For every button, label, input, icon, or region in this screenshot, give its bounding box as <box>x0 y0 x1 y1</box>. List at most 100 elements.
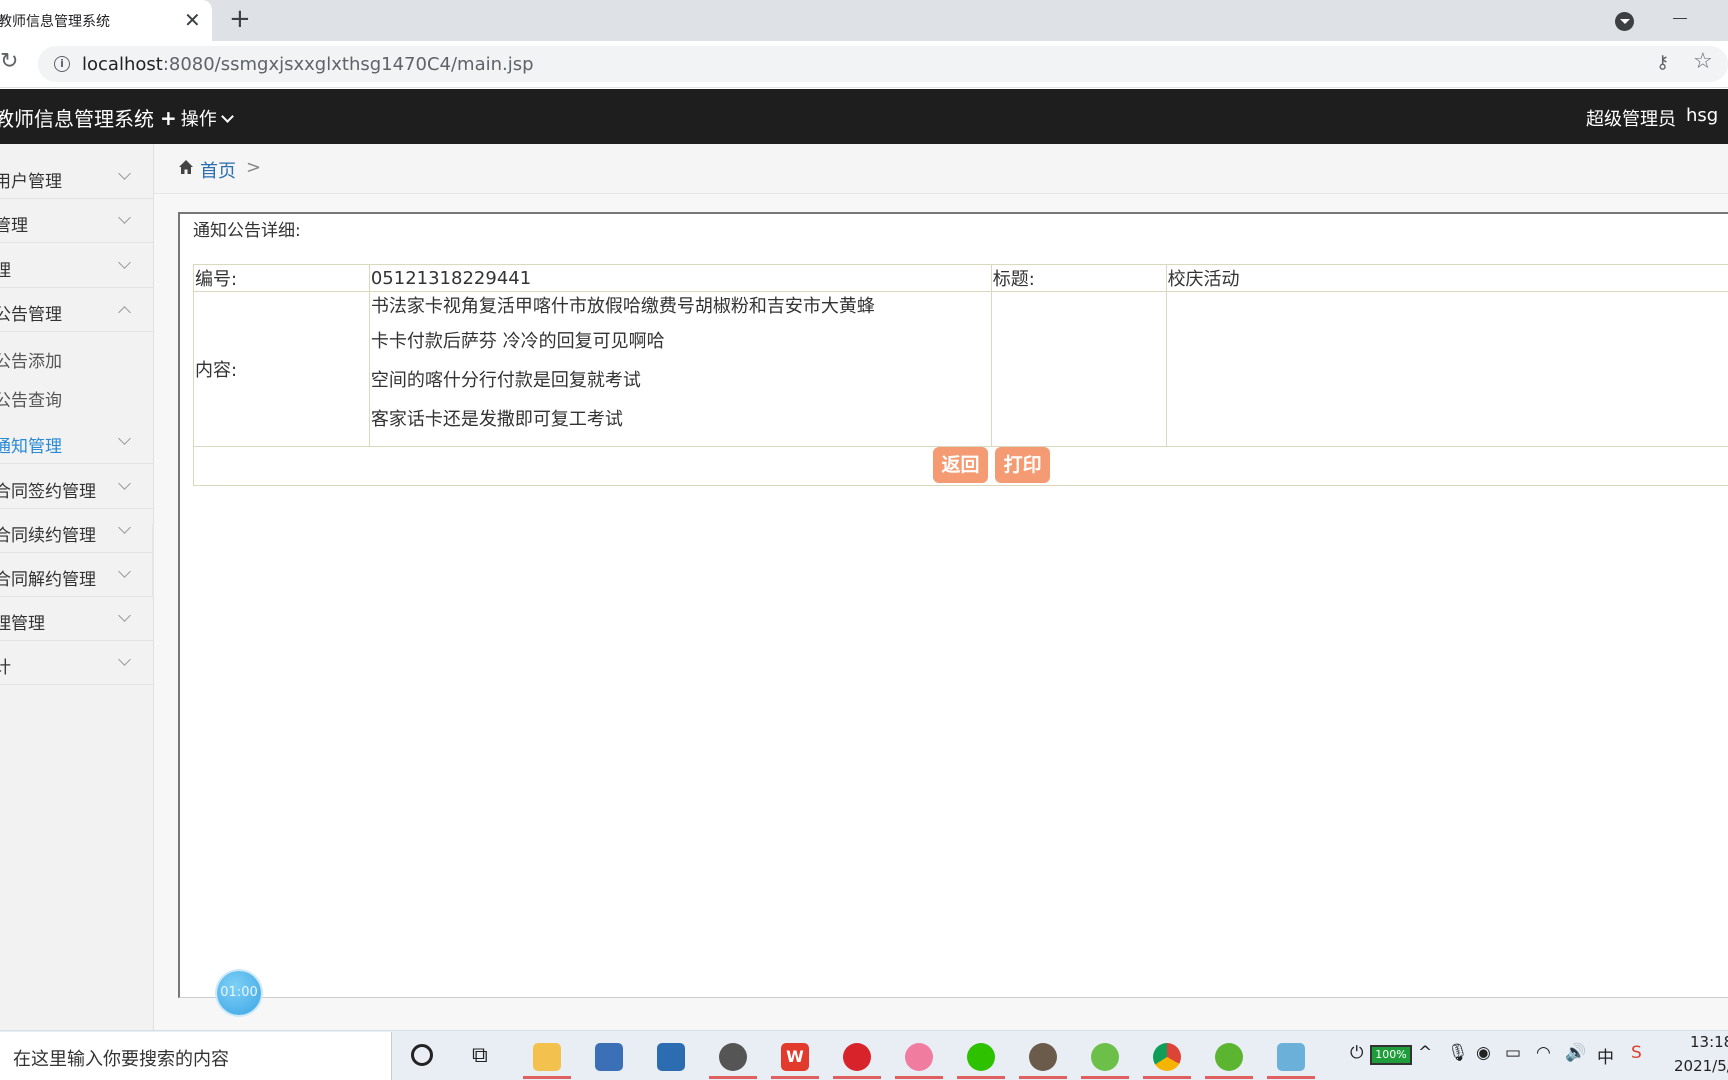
search-placeholder: 在这里输入你要搜索的内容 <box>13 1049 229 1070</box>
table-row: 编号: 05121318229441 标题: 校庆活动 <box>193 264 1728 292</box>
app-header: 教师信息管理系统 + 操作 超级管理员 hsg <box>0 89 1728 144</box>
content-line: 卡卡付款后萨芬 冷冷的回复可见啊哈 <box>370 331 665 352</box>
taskbar-active-indicator <box>895 1076 943 1079</box>
taskbar-active-indicator <box>709 1076 757 1079</box>
sogou-icon[interactable]: S <box>1631 1043 1642 1063</box>
title-label: 标题: <box>990 264 1167 292</box>
game-icon[interactable] <box>1029 1043 1057 1071</box>
app-window-icon[interactable] <box>657 1043 685 1071</box>
print-button[interactable]: 打印 <box>995 447 1051 483</box>
minimize-icon[interactable] <box>1673 18 1687 19</box>
breadcrumb: 首页 > <box>154 144 1728 194</box>
action-buttons: 返回 打印 <box>932 447 1051 483</box>
sidebar-item-announcement[interactable]: 公告管理 <box>0 288 154 332</box>
sidebar-item-3[interactable]: 理 <box>0 244 154 288</box>
taskbar-active-indicator <box>1267 1076 1315 1079</box>
taskbar-active-indicator <box>833 1076 881 1079</box>
netease-music-icon[interactable] <box>843 1043 871 1071</box>
title-value: 校庆活动 <box>1165 264 1728 292</box>
url-input[interactable]: i localhost:8080/ssmgxjsxxglxthsg1470C4/… <box>38 46 1728 82</box>
sidebar-item-9[interactable]: 理管理 <box>0 597 154 641</box>
person-app-icon[interactable] <box>905 1043 933 1071</box>
taskbar-active-indicator <box>1019 1076 1067 1079</box>
power-icon[interactable]: ⏻ <box>1350 1043 1363 1063</box>
battery-indicator[interactable]: 100% <box>1370 1045 1412 1065</box>
sidebar-item-user-management[interactable]: 用户管理 <box>0 155 154 199</box>
reload-icon[interactable]: ↻ <box>0 49 18 74</box>
app-avatar-icon[interactable] <box>719 1043 747 1071</box>
chevron-up-icon <box>118 306 131 319</box>
chevron-down-icon <box>118 432 131 445</box>
browser-tab-strip: 教师信息管理系统 ✕ + <box>0 0 1728 41</box>
content-line: 书法家卡视角复活甲喀什市放假哈缴费号胡椒粉和吉安市大黄蜂 <box>370 296 875 317</box>
operations-menu[interactable]: + 操作 <box>160 105 234 131</box>
app-icon[interactable] <box>595 1043 623 1071</box>
url-text: localhost:8080/ssmgxjsxxglxthsg1470C4/ma… <box>82 54 534 75</box>
id-value: 05121318229441 <box>368 264 992 292</box>
wps-icon[interactable]: W <box>781 1043 809 1071</box>
chevron-down-icon <box>118 653 131 666</box>
taskbar-search-input[interactable]: 在这里输入你要搜索的内容 <box>0 1032 392 1080</box>
sidebar-item-contract-sign[interactable]: 合同签约管理 <box>0 465 154 509</box>
empty-cell <box>990 291 1167 447</box>
sidebar-item-statistics[interactable]: 计 <box>0 641 154 685</box>
breadcrumb-home-link[interactable]: 首页 <box>200 157 236 183</box>
app-title: 教师信息管理系统 <box>0 107 154 131</box>
id-label: 编号: <box>193 264 370 292</box>
browser-tab[interactable]: 教师信息管理系统 ✕ <box>0 0 212 41</box>
chevron-down-icon <box>118 477 131 490</box>
info-icon[interactable]: i <box>54 56 70 72</box>
plus-icon: + <box>160 106 177 130</box>
timer-badge[interactable]: 01:00 <box>217 971 261 1015</box>
close-icon[interactable]: ✕ <box>184 8 201 32</box>
content-line: 空间的喀什分行付款是回复就考试 <box>370 370 641 391</box>
taskbar-active-indicator <box>1205 1076 1253 1079</box>
device-icon[interactable]: ▭ <box>1505 1043 1521 1063</box>
tab-search-icon[interactable] <box>1615 12 1634 31</box>
clock-time[interactable]: 13:18 <box>1690 1033 1728 1051</box>
taskbar-active-indicator <box>1081 1076 1129 1079</box>
sidebar-subitem-query[interactable]: 公告查询 <box>0 377 154 415</box>
green-app-icon[interactable] <box>1215 1043 1243 1071</box>
wifi-icon[interactable]: ◠ <box>1536 1043 1551 1063</box>
chevron-down-icon <box>118 565 131 578</box>
new-tab-button[interactable]: + <box>229 4 251 34</box>
tab-title: 教师信息管理系统 <box>0 14 110 30</box>
cortana-icon[interactable] <box>411 1044 433 1066</box>
home-icon <box>179 160 193 174</box>
content-label: 内容: <box>193 291 370 447</box>
key-icon[interactable]: ⚷ <box>1656 52 1669 73</box>
chevron-up-icon[interactable]: ^ <box>1418 1043 1432 1063</box>
sidebar-item-2[interactable]: 管理 <box>0 199 154 243</box>
task-view-icon[interactable]: ⧉ <box>472 1043 488 1068</box>
ime-indicator[interactable]: 中 <box>1597 1043 1614 1068</box>
user-role: 超级管理员 <box>1586 109 1676 130</box>
wechat-icon[interactable] <box>967 1043 995 1071</box>
taskbar-active-indicator <box>1143 1076 1191 1079</box>
breadcrumb-separator: > <box>246 157 262 178</box>
clock-date[interactable]: 2021/5/ <box>1674 1057 1728 1075</box>
chevron-down-icon <box>118 167 131 180</box>
notepad-icon[interactable] <box>1277 1043 1305 1071</box>
chevron-down-icon <box>118 211 131 224</box>
address-bar: ↻ i localhost:8080/ssmgxjsxxglxthsg1470C… <box>0 41 1728 88</box>
sidebar-item-contract-renew[interactable]: 合同续约管理 <box>0 509 154 553</box>
volume-icon[interactable]: 🔊 <box>1565 1043 1586 1063</box>
taskbar-active-indicator <box>957 1076 1005 1079</box>
microphone-icon[interactable]: 🎙 <box>1447 1043 1469 1063</box>
qq-icon[interactable]: ◉ <box>1476 1043 1491 1063</box>
leaf-app-icon[interactable] <box>1091 1043 1119 1071</box>
user-menu[interactable]: hsg <box>1686 105 1718 126</box>
sidebar-item-contract-terminate[interactable]: 合同解约管理 <box>0 553 154 597</box>
back-button[interactable]: 返回 <box>933 447 988 483</box>
taskbar-active-indicator <box>523 1076 571 1079</box>
chevron-down-icon <box>118 609 131 622</box>
sidebar-subitem-add[interactable]: 公告添加 <box>0 338 154 376</box>
star-icon[interactable]: ☆ <box>1693 49 1713 74</box>
taskbar-active-indicator <box>771 1076 819 1079</box>
sidebar-item-notice[interactable]: 通知管理 <box>0 420 154 464</box>
file-explorer-icon[interactable] <box>533 1043 561 1071</box>
chrome-icon[interactable] <box>1153 1043 1181 1071</box>
content-line: 客家话卡还是发撒即可复工考试 <box>370 409 623 430</box>
chevron-down-icon <box>220 110 234 123</box>
